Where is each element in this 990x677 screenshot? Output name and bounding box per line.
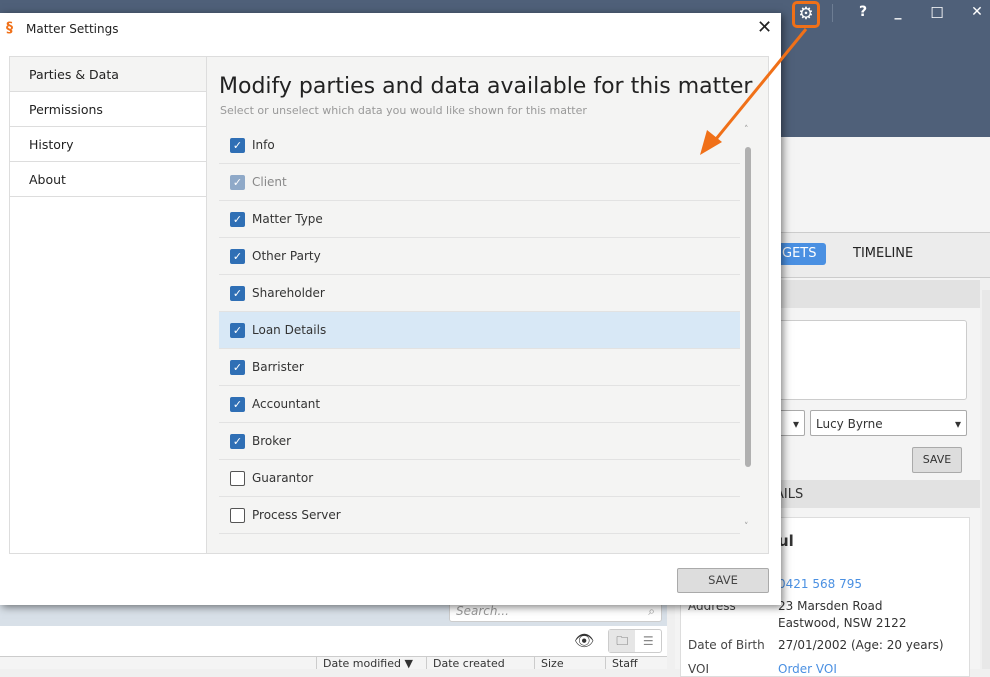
nav-about[interactable]: About <box>10 162 206 197</box>
list-scrollbar[interactable]: ˄ ˅ <box>743 125 753 537</box>
checkbox[interactable] <box>230 507 245 523</box>
item-label: Barrister <box>252 360 304 374</box>
item-label: Info <box>252 138 275 152</box>
chevron-down-icon: ▾ <box>954 417 961 431</box>
nav-parties-data[interactable]: Parties & Data <box>10 57 206 92</box>
scroll-down-icon[interactable]: ˅ <box>744 522 749 532</box>
page-subtitle: Select or unselect which data you would … <box>220 104 587 117</box>
address-line1: 23 Marsden Road <box>778 599 883 613</box>
column-header-staff[interactable]: Staff <box>605 656 667 669</box>
column-header-date-modified[interactable]: Date modified ▼ <box>316 656 426 669</box>
list-item[interactable]: ✓ Shareholder <box>219 275 740 312</box>
item-label: Shareholder <box>252 286 325 300</box>
list-item[interactable]: ✓ Client <box>219 164 740 201</box>
assignee-select[interactable]: Lucy Byrne ▾ <box>810 410 967 436</box>
list-item[interactable]: Process Server <box>219 497 740 534</box>
nav-permissions[interactable]: Permissions <box>10 92 206 127</box>
scroll-thumb[interactable] <box>745 147 751 467</box>
checkbox[interactable]: ✓ <box>230 137 245 153</box>
data-list: ✓ Info ✓ Client ✓ Matter Type ✓ Other Party ✓ Sha… <box>219 127 740 534</box>
item-label: Other Party <box>252 249 321 263</box>
item-label: Client <box>252 175 287 189</box>
dob-value: 27/01/2002 (Age: 20 years) <box>778 638 944 652</box>
divider <box>832 4 833 22</box>
search-icon[interactable]: ⌕ <box>648 604 655 619</box>
scroll-up-icon[interactable]: ˄ <box>744 125 749 135</box>
notes-textarea[interactable] <box>770 320 967 400</box>
list-item[interactable]: ✓ Other Party <box>219 238 740 275</box>
item-label: Guarantor <box>252 471 314 485</box>
view-toggle: 🗀 ☰ <box>608 629 662 653</box>
checkbox[interactable]: ✓ <box>230 322 245 338</box>
tab-timeline[interactable]: TIMELINE <box>853 246 913 261</box>
settings-nav: Parties & Data Permissions History About <box>10 57 207 553</box>
dialog-title: Matter Settings <box>26 22 119 36</box>
checkbox[interactable]: ✓ <box>230 396 245 412</box>
item-label: Accountant <box>252 397 321 411</box>
checkbox[interactable]: ✓ <box>230 285 245 301</box>
maximize-button[interactable]: ☐ <box>925 4 949 22</box>
save-button[interactable]: SAVE <box>677 568 769 593</box>
address-line2: Eastwood, NSW 2122 <box>778 616 907 630</box>
voi-label: VOI <box>688 662 709 676</box>
dialog-body: Parties & Data Permissions History About… <box>9 56 769 554</box>
checkbox[interactable] <box>230 470 245 486</box>
voi-link[interactable]: Order VOI <box>778 662 837 676</box>
list-item[interactable]: ✓ Accountant <box>219 386 740 423</box>
checkbox[interactable]: ✓ <box>230 211 245 227</box>
checkbox[interactable]: ✓ <box>230 248 245 264</box>
column-header-size[interactable]: Size <box>534 656 605 669</box>
checkbox[interactable]: ✓ <box>230 174 245 190</box>
minimize-button[interactable]: _ <box>886 4 910 20</box>
eye-icon[interactable]: 👁 <box>574 631 594 650</box>
list-item[interactable]: ✓ Loan Details <box>219 312 740 349</box>
right-scrollbar[interactable] <box>982 290 990 669</box>
item-label: Process Server <box>252 508 341 522</box>
page-title: Modify parties and data available for th… <box>219 74 753 99</box>
list-item[interactable]: Guarantor <box>219 460 740 497</box>
list-item[interactable]: ✓ Broker <box>219 423 740 460</box>
folder-view-icon[interactable]: 🗀 <box>609 630 636 652</box>
checkbox[interactable]: ✓ <box>230 359 245 375</box>
list-item[interactable]: ✓ Barrister <box>219 349 740 386</box>
checkbox[interactable]: ✓ <box>230 433 245 449</box>
dob-label: Date of Birth <box>688 638 765 652</box>
item-label: Matter Type <box>252 212 323 226</box>
contact-phone[interactable]: 0421 568 795 <box>778 577 862 591</box>
close-icon[interactable]: ✕ <box>757 17 772 38</box>
settings-gear-button[interactable]: ⚙ <box>792 1 820 28</box>
nav-history[interactable]: History <box>10 127 206 162</box>
column-header-date-created[interactable]: Date created <box>426 656 534 669</box>
list-view-icon[interactable]: ☰ <box>635 630 661 652</box>
item-label: Broker <box>252 434 292 448</box>
list-item[interactable]: ✓ Info <box>219 127 740 164</box>
help-button[interactable]: ? <box>851 4 875 20</box>
view-toolbar <box>0 626 667 656</box>
matter-settings-dialog: § Matter Settings ✕ Parties & Data Permi… <box>0 13 781 605</box>
app-logo-icon: § <box>6 20 13 36</box>
close-app-button[interactable]: ✕ <box>965 4 989 20</box>
list-item[interactable]: ✓ Matter Type <box>219 201 740 238</box>
item-label: Loan Details <box>252 323 327 337</box>
panel-save-button[interactable]: SAVE <box>912 447 962 473</box>
column-header-name[interactable] <box>0 656 316 669</box>
